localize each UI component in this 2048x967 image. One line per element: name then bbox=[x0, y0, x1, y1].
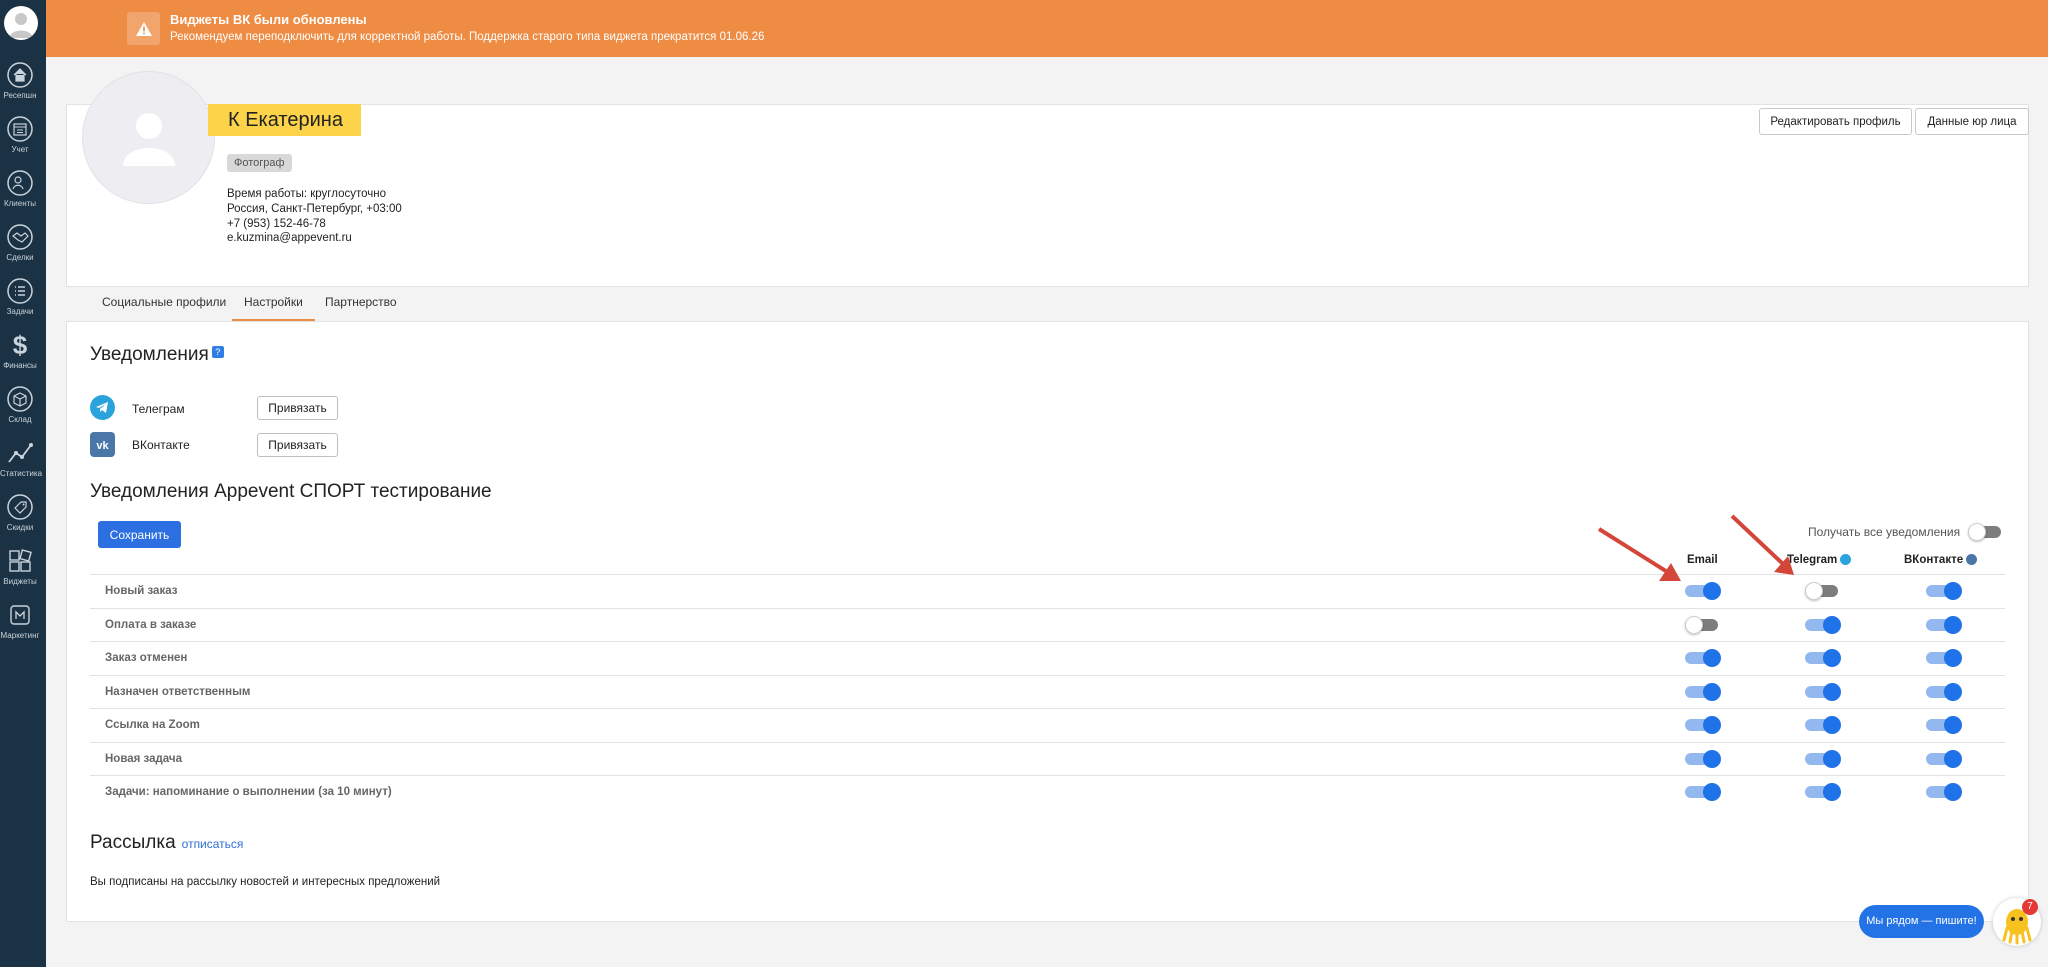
mailing-heading: Рассылка отписаться bbox=[90, 832, 244, 853]
warning-icon bbox=[127, 12, 160, 45]
sidebar-item-reception[interactable]: Ресепшн bbox=[0, 62, 40, 112]
sidebar: Ресепшн Учет Клиенты Сделки Задачи $ Фин… bbox=[0, 0, 46, 967]
chart-icon bbox=[8, 443, 33, 463]
svg-text:$: $ bbox=[13, 332, 28, 358]
chat-notification-badge: 7 bbox=[2022, 899, 2038, 915]
chat-button[interactable]: Мы рядом — пишите! bbox=[1859, 905, 1984, 938]
notification-toggle-vk[interactable] bbox=[1926, 783, 1962, 801]
annotation-arrow-email bbox=[1597, 527, 1681, 581]
sport-notifications-heading: Уведомления Appevent СПОРТ тестирование bbox=[90, 481, 492, 502]
row-label: Оплата в заказе bbox=[105, 619, 197, 631]
notification-toggle-vk[interactable] bbox=[1926, 750, 1962, 768]
telegram-icon bbox=[90, 395, 115, 420]
sidebar-item-finance[interactable]: $ Финансы bbox=[0, 332, 40, 382]
calendar-icon bbox=[7, 116, 33, 142]
edit-profile-button[interactable]: Редактировать профиль bbox=[1759, 108, 1912, 135]
profile-work-hours: Время работы: круглосуточно bbox=[227, 188, 386, 200]
row-label: Заказ отменен bbox=[105, 652, 188, 664]
telegram-small-icon bbox=[1840, 554, 1852, 566]
profile-location: Россия, Санкт-Петербург, +03:00 bbox=[227, 203, 402, 215]
notification-toggle-email[interactable] bbox=[1685, 582, 1721, 600]
home-icon bbox=[7, 62, 33, 88]
help-icon[interactable]: ? bbox=[211, 346, 224, 358]
all-notifications-toggle[interactable] bbox=[1968, 523, 2004, 541]
mailing-status-text: Вы подписаны на рассылку новостей и инте… bbox=[90, 876, 441, 888]
row-label: Назначен ответственным bbox=[105, 686, 251, 698]
notifications-heading: Уведомления? bbox=[90, 344, 224, 366]
row-label: Новый заказ bbox=[105, 585, 178, 597]
widgets-icon bbox=[9, 549, 32, 572]
all-notifications-label: Получать все уведомления bbox=[1808, 525, 1961, 539]
vk-small-icon bbox=[1966, 554, 1978, 566]
column-email: Email bbox=[1687, 554, 1718, 566]
row-label: Ссылка на Zoom bbox=[105, 719, 200, 731]
notification-toggle-email[interactable] bbox=[1685, 616, 1721, 634]
sidebar-item-warehouse[interactable]: Склад bbox=[0, 386, 40, 436]
unsubscribe-link[interactable]: отписаться bbox=[182, 837, 244, 851]
tab-settings[interactable]: Настройки bbox=[232, 295, 315, 321]
sidebar-item-deals[interactable]: Сделки bbox=[0, 224, 40, 274]
bind-telegram-button[interactable]: Привязать bbox=[257, 396, 338, 420]
box-icon bbox=[7, 386, 33, 412]
profile-role-tag: Фотограф bbox=[227, 154, 292, 172]
notification-toggle-telegram[interactable] bbox=[1805, 750, 1841, 768]
banner-text: Рекомендуем переподключить для корректно… bbox=[170, 31, 765, 43]
sidebar-item-marketing[interactable]: Маркетинг bbox=[0, 602, 40, 652]
vk-icon: vk bbox=[90, 432, 115, 457]
notification-toggle-vk[interactable] bbox=[1926, 616, 1962, 634]
user-avatar[interactable] bbox=[4, 6, 38, 40]
notification-toggle-email[interactable] bbox=[1685, 716, 1721, 734]
notification-toggle-telegram[interactable] bbox=[1805, 649, 1841, 667]
marketing-icon bbox=[10, 605, 30, 625]
vk-label: ВКонтакте bbox=[132, 438, 190, 452]
notification-toggle-email[interactable] bbox=[1685, 750, 1721, 768]
update-banner: Виджеты ВК были обновлены Рекомендуем пе… bbox=[46, 0, 2048, 57]
sidebar-item-clients[interactable]: Клиенты bbox=[0, 170, 40, 220]
sidebar-item-statistics[interactable]: Статистика bbox=[0, 440, 42, 490]
annotation-arrow-telegram bbox=[1730, 514, 1794, 575]
sidebar-item-widgets[interactable]: Виджеты bbox=[0, 548, 40, 598]
notification-toggle-vk[interactable] bbox=[1926, 716, 1962, 734]
tag-icon bbox=[7, 494, 33, 520]
profile-phone: +7 (953) 152-46-78 bbox=[227, 218, 326, 230]
notification-toggle-telegram[interactable] bbox=[1805, 716, 1841, 734]
sidebar-item-discounts[interactable]: Скидки bbox=[0, 494, 40, 544]
tab-social-profiles[interactable]: Социальные профили bbox=[102, 295, 226, 321]
profile-email: e.kuzmina@appevent.ru bbox=[227, 232, 352, 244]
notification-toggle-vk[interactable] bbox=[1926, 582, 1962, 600]
users-icon bbox=[7, 170, 33, 196]
row-label: Задачи: напоминание о выполнении (за 10 … bbox=[105, 786, 392, 798]
notification-toggle-email[interactable] bbox=[1685, 683, 1721, 701]
tab-partnership[interactable]: Партнерство bbox=[325, 295, 397, 321]
telegram-label: Телеграм bbox=[132, 402, 185, 416]
user-placeholder-icon bbox=[122, 112, 175, 166]
notification-toggle-email[interactable] bbox=[1685, 649, 1721, 667]
column-vk: ВКонтакте bbox=[1904, 554, 1978, 566]
profile-name: К Екатерина bbox=[208, 104, 361, 136]
notification-toggle-vk[interactable] bbox=[1926, 649, 1962, 667]
profile-avatar bbox=[82, 71, 215, 204]
notification-toggle-telegram[interactable] bbox=[1805, 683, 1841, 701]
legal-data-button[interactable]: Данные юр лица bbox=[1915, 108, 2029, 135]
bind-vk-button[interactable]: Привязать bbox=[257, 433, 338, 457]
handshake-icon bbox=[7, 224, 33, 250]
svg-text:vk: vk bbox=[96, 440, 109, 452]
notification-toggle-vk[interactable] bbox=[1926, 683, 1962, 701]
row-label: Новая задача bbox=[105, 753, 182, 765]
tasks-icon bbox=[7, 278, 33, 304]
notification-toggle-telegram[interactable] bbox=[1805, 582, 1841, 600]
save-button[interactable]: Сохранить bbox=[98, 521, 181, 548]
notification-toggle-email[interactable] bbox=[1685, 783, 1721, 801]
sidebar-item-tasks[interactable]: Задачи bbox=[0, 278, 40, 328]
dollar-icon: $ bbox=[13, 332, 28, 358]
notification-toggle-telegram[interactable] bbox=[1805, 783, 1841, 801]
notification-toggle-telegram[interactable] bbox=[1805, 616, 1841, 634]
sidebar-item-accounting[interactable]: Учет bbox=[0, 116, 40, 166]
banner-title: Виджеты ВК были обновлены bbox=[170, 12, 367, 27]
